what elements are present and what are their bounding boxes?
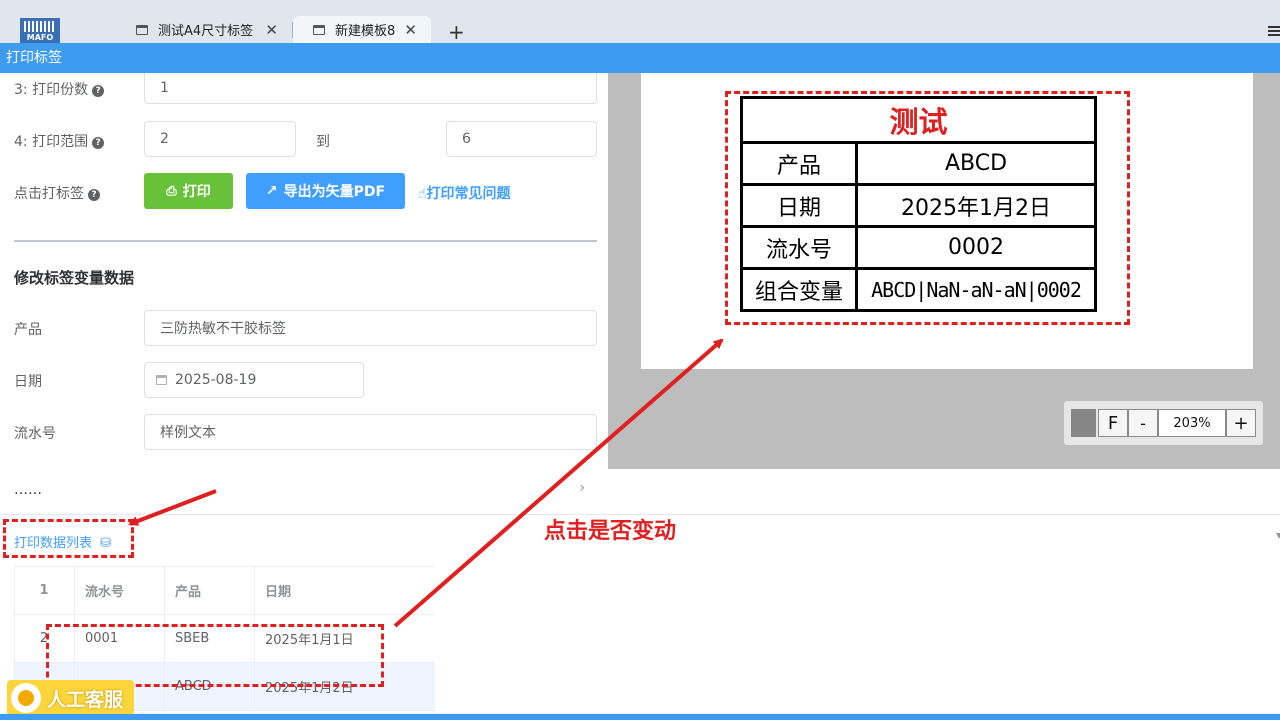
annotation-frame-label [725,91,1130,325]
zoom-fit-button[interactable]: F [1098,409,1128,437]
product-input[interactable]: 三防热敏不干胶标签 [144,310,597,346]
color-swatch[interactable] [1071,409,1096,437]
tab-title: 测试A4尺寸标签 [158,24,254,39]
copies-input[interactable]: 1 [144,73,597,104]
copies-value: 1 [160,80,169,96]
tab-close-icon[interactable]: ✕ [265,21,278,39]
click-print-label-text: 点击打标签 [14,186,84,202]
range-from-value: 2 [160,131,169,147]
date-label: 日期 [14,374,42,390]
tab-close-icon[interactable]: ✕ [404,21,417,39]
new-tab-button[interactable]: + [448,20,465,44]
zoom-level-input[interactable]: 203% [1158,409,1226,437]
click-print-label: 点击打标签? [14,183,100,203]
date-picker[interactable]: 2025-08-19 [144,362,364,398]
serial-value: 样例文本 [160,425,216,441]
tab-page-icon [313,24,325,35]
more-variables-row[interactable]: …… › [14,466,597,514]
app-logo: MAFO [20,18,60,43]
hand-pointer-icon: ☝ [418,186,427,202]
chevron-right-icon: › [579,480,585,496]
print-button[interactable]: ⎙ 打印 [144,173,233,209]
headset-icon [11,683,41,713]
range-from-input[interactable]: 2 [144,121,296,157]
column-header-product[interactable]: 产品 [164,566,255,615]
date-value: 2025-08-19 [175,372,257,388]
serial-label: 流水号 [14,426,56,442]
print-faq-link[interactable]: ☝打印常见问题 [418,183,511,203]
column-header-index[interactable]: 1 [14,566,75,615]
table-header-row: 1 流水号 产品 日期 [14,566,435,615]
copies-label: 3: 打印份数? [14,79,105,99]
copies-label-text: 3: 打印份数 [14,82,89,98]
barcode-icon [24,21,56,32]
print-button-label: 打印 [182,184,211,200]
browser-tab-a4-label[interactable]: 测试A4尺寸标签 ✕ [116,16,292,43]
range-label: 4: 打印范围? [14,131,105,151]
range-to-input[interactable]: 6 [446,121,597,157]
range-to-value: 6 [462,131,471,147]
export-arrow-icon: ↗ [265,183,278,199]
column-header-serial[interactable]: 流水号 [74,566,165,615]
tab-title: 新建模板8 [335,24,396,39]
serial-input[interactable]: 样例文本 [144,414,597,450]
bottom-status-bar [0,714,1280,720]
dialog-title-bar: 打印标签 [0,43,1280,73]
printer-icon: ⎙ [166,183,177,199]
zoom-out-button[interactable]: - [1128,409,1158,437]
annotation-frame-list-header [3,519,134,558]
help-icon[interactable]: ? [88,189,100,201]
more-variables-text: …… [14,482,42,498]
zoom-in-button[interactable]: + [1226,409,1256,437]
product-label: 产品 [14,322,42,338]
product-value: 三防热敏不干胶标签 [160,321,286,337]
section-divider [14,240,597,242]
annotation-caption: 点击是否变动 [544,519,677,544]
help-icon[interactable]: ? [92,137,105,149]
collapse-caret-icon[interactable]: ▾ [1276,528,1280,542]
help-icon[interactable]: ? [92,85,105,97]
column-header-date[interactable]: 日期 [254,566,435,615]
browser-tab-new-template[interactable]: 新建模板8 ✕ [293,16,431,43]
annotation-frame-rows [46,624,384,687]
tab-page-icon [136,24,148,35]
customer-service-button[interactable]: 人工客服 [7,680,134,716]
customer-service-label: 人工客服 [47,688,124,711]
export-pdf-button[interactable]: ↗ 导出为矢量PDF [246,173,405,209]
logo-text: MAFO [26,33,54,42]
range-to-label: 到 [316,134,330,150]
range-label-text: 4: 打印范围 [14,134,89,150]
export-pdf-label: 导出为矢量PDF [283,184,386,200]
menu-icon[interactable] [1268,26,1280,36]
calendar-icon [156,375,167,385]
dialog-title: 打印标签 [6,50,62,66]
variables-section-title: 修改标签变量数据 [14,269,135,287]
faq-link-text: 打印常见问题 [426,186,511,202]
